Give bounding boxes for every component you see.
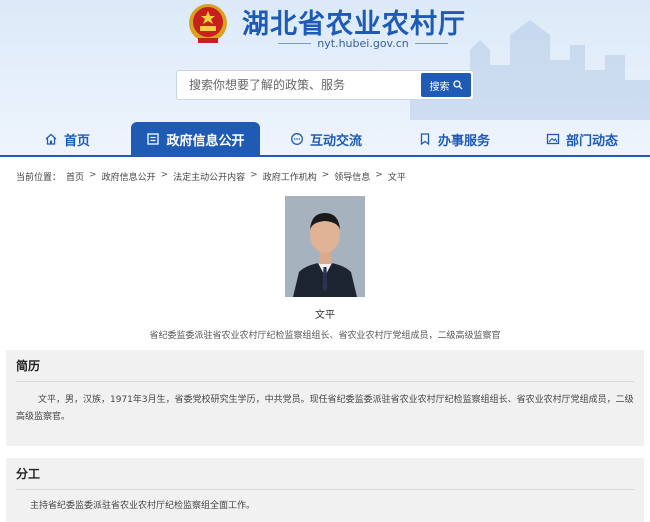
breadcrumb-gov-info[interactable]: 政府信息公开 xyxy=(102,170,156,183)
nav-item-services[interactable]: 办事服务 xyxy=(418,122,490,156)
site-domain: nyt.hubei.gov.cn xyxy=(317,36,409,50)
nav-underline xyxy=(0,155,650,157)
duties-heading: 分工 xyxy=(16,458,634,490)
breadcrumb-separator: > xyxy=(160,170,169,180)
breadcrumb-statutory[interactable]: 法定主动公开内容 xyxy=(173,170,245,183)
search-box: 搜索 xyxy=(176,70,474,100)
divider xyxy=(414,42,449,44)
divider xyxy=(278,42,312,44)
resume-heading: 简历 xyxy=(16,350,634,382)
person-name: 文平 xyxy=(315,310,335,321)
search-button-label: 搜索 xyxy=(429,81,450,93)
breadcrumb-separator: > xyxy=(250,170,258,180)
nav-item-gov-info[interactable]: 政府信息公开 xyxy=(131,122,260,156)
nav-item-label: 政府信息公开 xyxy=(166,133,245,149)
nav-item-label: 互动交流 xyxy=(310,133,363,149)
breadcrumb-leaders[interactable]: 领导信息 xyxy=(334,170,370,183)
home-icon xyxy=(45,133,57,145)
nav-item-label: 办事服务 xyxy=(438,133,491,149)
person-title: 省纪委监委派驻省农业农村厅纪检监察组组长、省农业农村厅党组成员，二级高级监察官 xyxy=(149,331,501,341)
person-portrait-icon xyxy=(285,196,365,297)
breadcrumb-prefix: 当前位置： xyxy=(16,173,62,183)
breadcrumb: 当前位置： 首页 > 政府信息公开 > 法定主动公开内容 > 政府工作机构 > … xyxy=(16,170,406,183)
nav-item-label: 首页 xyxy=(64,133,91,149)
chat-icon xyxy=(291,133,303,145)
search-button[interactable]: 搜索 xyxy=(421,73,471,97)
breadcrumb-separator: > xyxy=(375,170,383,180)
main-nav: 首页 政府信息公开 互动交流 办事服务 部门动态 xyxy=(0,122,650,156)
document-icon xyxy=(147,133,160,145)
nav-item-interaction[interactable]: 互动交流 xyxy=(290,122,362,156)
breadcrumb-separator: > xyxy=(321,170,330,180)
national-emblem-icon xyxy=(189,4,227,43)
image-icon xyxy=(546,133,560,145)
search-input[interactable] xyxy=(177,71,421,99)
site-header: 湖北省农业农村厅 nyt.hubei.gov.cn 搜索 首页 xyxy=(0,0,650,156)
breadcrumb-home[interactable]: 首页 xyxy=(66,170,84,183)
resume-section: 简历 文平，男，汉族，1971年3月生，省委党校研究生学历，中共党员。现任省纪委… xyxy=(6,350,644,446)
breadcrumb-agencies[interactable]: 政府工作机构 xyxy=(263,170,317,183)
nav-item-news[interactable]: 部门动态 xyxy=(546,122,618,156)
domain-row: nyt.hubei.gov.cn xyxy=(278,36,449,50)
nav-item-home[interactable]: 首页 xyxy=(44,122,90,156)
breadcrumb-separator: > xyxy=(89,170,97,180)
duties-section: 分工 主持省纪委监委派驻省农业农村厅纪检监察组全面工作。 xyxy=(6,458,644,522)
nav-item-label: 部门动态 xyxy=(566,133,619,149)
profile-photo xyxy=(285,196,365,297)
resume-text: 文平，男，汉族，1971年3月生，省委党校研究生学历，中共党员。现任省纪委监委派… xyxy=(16,395,634,422)
bookmark-icon xyxy=(420,133,430,146)
duties-text: 主持省纪委监委派驻省农业农村厅纪检监察组全面工作。 xyxy=(30,501,256,511)
breadcrumb-current: 文平 xyxy=(387,173,406,183)
search-icon xyxy=(452,80,462,90)
